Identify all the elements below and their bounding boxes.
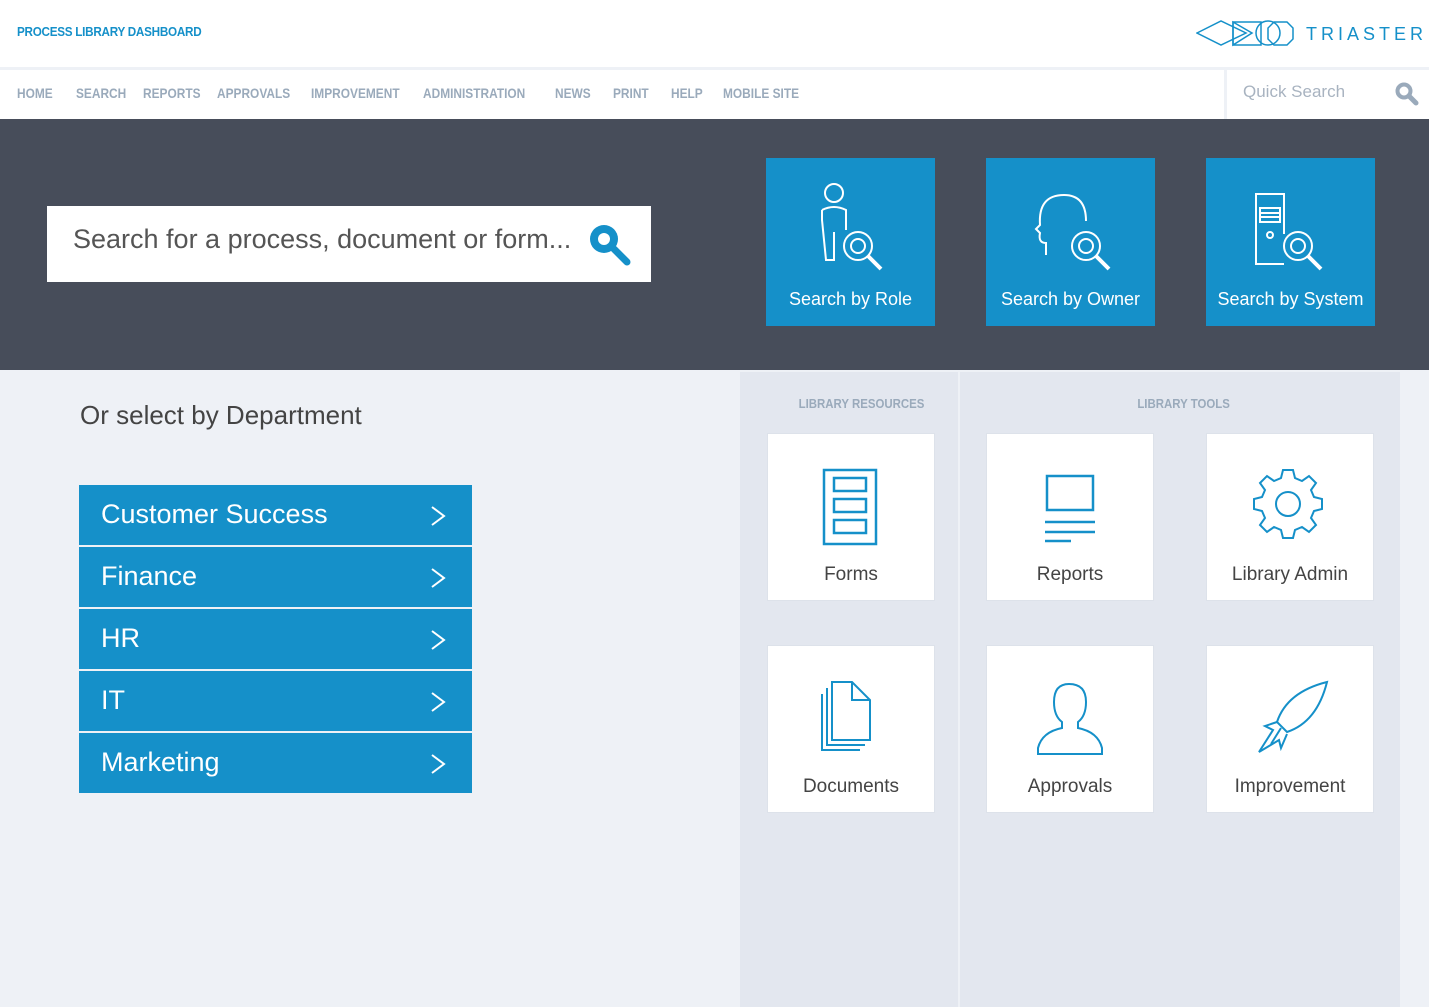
chevron-right-icon [431,754,446,774]
improvement-tile[interactable]: Improvement [1206,645,1374,813]
tile-label: Documents [802,776,900,797]
dept-label: HR [101,623,140,653]
nav-administration[interactable]: ADMINISTRATION [423,85,525,101]
main-nav: HOME SEARCH REPORTS APPROVALS IMPROVEMEN… [0,70,1429,119]
triaster-logo[interactable]: TRIASTER [1195,18,1423,55]
documents-icon [821,681,871,751]
chevron-right-icon [431,568,446,588]
panel-divider [958,372,960,1007]
tile-label: Search by Owner [1000,289,1141,309]
forms-icon [822,468,878,546]
system-search-icon [1255,193,1323,271]
quick-search [1224,70,1429,119]
dept-label: Marketing [101,747,220,777]
documents-tile[interactable]: Documents [767,645,935,813]
nav-reports[interactable]: REPORTS [143,85,201,101]
search-by-system-tile[interactable]: Search by System [1206,158,1375,326]
quick-search-input[interactable] [1243,82,1383,102]
department-title: Or select by Department [80,400,362,430]
nav-help[interactable]: HELP [671,85,703,101]
dept-label: Customer Success [101,499,328,529]
logo-text: TRIASTER [1306,24,1428,44]
library-resources-title: LIBRARY RESOURCES [798,396,925,411]
tile-label: Search by System [1217,289,1364,309]
gear-icon [1253,469,1323,539]
nav-improvement[interactable]: IMPROVEMENT [311,85,400,101]
nav-news[interactable]: NEWS [555,85,591,101]
reports-tile[interactable]: Reports [986,433,1154,601]
dept-hr[interactable]: HR [79,609,472,669]
dept-marketing[interactable]: Marketing [79,733,472,793]
approvals-tile[interactable]: Approvals [986,645,1154,813]
forms-tile[interactable]: Forms [767,433,935,601]
owner-search-icon [1034,193,1111,271]
tile-label: Improvement [1234,776,1346,797]
dept-customer-success[interactable]: Customer Success [79,485,472,545]
search-by-role-tile[interactable]: Search by Role [766,158,935,326]
chevron-right-icon [431,692,446,712]
role-search-icon [821,183,883,271]
dept-label: IT [101,685,125,715]
chevron-right-icon [431,506,446,526]
tile-label: Library Admin [1231,564,1349,585]
nav-approvals[interactable]: APPROVALS [217,85,290,101]
search-by-owner-tile[interactable]: Search by Owner [986,158,1155,326]
page-title: PROCESS LIBRARY DASHBOARD [17,24,202,39]
user-icon [1037,682,1103,755]
library-admin-tile[interactable]: Library Admin [1206,433,1374,601]
dept-it[interactable]: IT [79,671,472,731]
main-search [47,206,651,282]
nav-search[interactable]: SEARCH [76,85,126,101]
tile-label: Forms [824,564,878,585]
dept-finance[interactable]: Finance [79,547,472,607]
rocket-icon [1258,680,1329,753]
library-tools-title: LIBRARY TOOLS [1137,396,1230,411]
tile-label: Search by Role [788,289,913,309]
main-search-input[interactable] [73,224,583,255]
dept-label: Finance [101,561,198,591]
chevron-right-icon [431,630,446,650]
tile-label: Approvals [1027,776,1113,797]
search-icon[interactable] [585,220,633,268]
nav-mobile-site[interactable]: MOBILE SITE [723,85,799,101]
reports-icon [1045,474,1095,543]
search-icon[interactable] [1395,82,1419,106]
tile-label: Reports [1036,564,1104,585]
nav-print[interactable]: PRINT [613,85,649,101]
nav-home[interactable]: HOME [17,85,53,101]
